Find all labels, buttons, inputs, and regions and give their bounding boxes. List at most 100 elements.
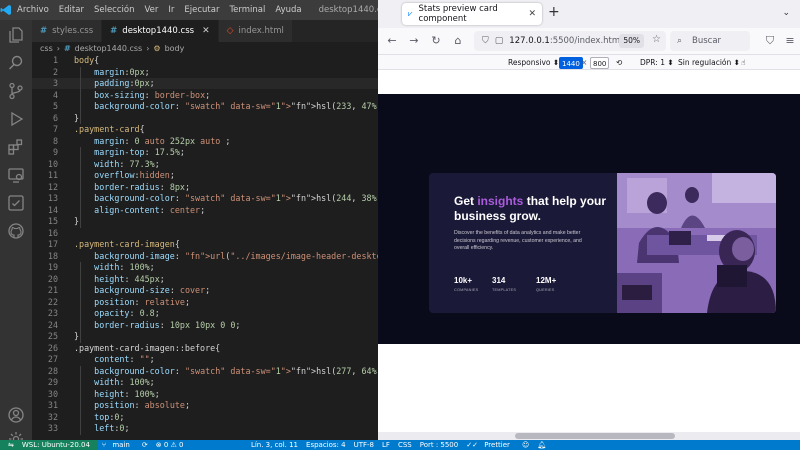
notifications-bell-icon[interactable]: 🔔︎ xyxy=(533,441,550,449)
code-line[interactable]: 11 overflow:hidden; xyxy=(32,170,378,181)
code-line[interactable]: 8 margin: 0 auto 252px auto ; xyxy=(32,136,378,147)
code-line[interactable]: 14 align-content: center; xyxy=(32,205,378,216)
url-bar[interactable]: ⛉ ▢ 127.0.0.1 :5500/index.html 50% ☆ xyxy=(474,31,666,51)
code-line[interactable]: 26 .payment-card-imagen::before{ xyxy=(32,343,378,354)
test-icon[interactable] xyxy=(7,194,25,212)
code-line[interactable]: 33 left:0; xyxy=(32,423,378,434)
menu-terminal[interactable]: Terminal xyxy=(224,5,270,15)
code-editor[interactable]: 1 body{2 margin:0px; 3 padding:0px; 4 box-s… xyxy=(32,55,378,440)
save-to-pocket-icon[interactable]: ⛉ xyxy=(764,35,776,47)
encoding[interactable]: UTF-8 xyxy=(350,441,378,449)
code-line[interactable]: 24 border-radius: 10px 10px 0 0; xyxy=(32,320,378,331)
account-icon[interactable] xyxy=(7,406,25,424)
vscode-statusbar-continued: LF CSS Port : 5500 ✓✓ Prettier ☺ 🔔︎ xyxy=(378,440,800,450)
source-control-icon[interactable] xyxy=(7,82,25,100)
bookmark-star-icon[interactable]: ☆ xyxy=(652,34,661,45)
branch-indicator[interactable]: ⑂ main xyxy=(98,441,138,449)
feedback-icon[interactable]: ☺ xyxy=(518,441,533,449)
github-icon[interactable] xyxy=(7,222,25,240)
viewport-height-input[interactable]: 800 xyxy=(590,57,610,69)
browser-tab-active[interactable]: ⩗ Stats preview card component ✕ xyxy=(402,3,542,25)
code-line[interactable]: 15} xyxy=(32,216,378,227)
code-line[interactable]: 29 width: 100%; xyxy=(32,377,378,388)
live-server-port[interactable]: Port : 5500 xyxy=(416,441,463,449)
page-viewport: Get insights that help your business gro… xyxy=(378,94,800,344)
code-line[interactable]: 17 .payment-card-imagen{ xyxy=(32,239,378,250)
code-line[interactable]: 19 width: 100%; xyxy=(32,262,378,273)
home-icon[interactable]: ⌂ xyxy=(452,35,464,47)
code-line[interactable]: 25} xyxy=(32,331,378,342)
code-line[interactable]: 22 position: relative; xyxy=(32,297,378,308)
cursor-position[interactable]: Lín. 3, col. 11 xyxy=(247,441,302,449)
eol-indicator[interactable]: LF xyxy=(378,441,394,449)
extensions-icon[interactable] xyxy=(7,138,25,156)
line-number: 30 xyxy=(47,388,58,399)
tab-styles-css[interactable]: # styles.css xyxy=(32,20,103,42)
run-debug-icon[interactable] xyxy=(7,110,25,128)
sync-icon[interactable]: ⟳ xyxy=(138,441,152,449)
close-tab-icon[interactable]: ✕ xyxy=(528,9,536,19)
search-icon[interactable] xyxy=(7,54,25,72)
menu-ir[interactable]: Ir xyxy=(163,5,179,15)
viewport-width-input[interactable]: 1440 xyxy=(559,57,583,69)
shield-icon[interactable]: ⛉ xyxy=(482,36,489,46)
throttling-select[interactable]: Sin regulación ⬍ xyxy=(678,57,740,69)
zoom-level-badge[interactable]: 50% xyxy=(619,34,644,48)
code-line[interactable]: 20 height: 445px; xyxy=(32,274,378,285)
code-line[interactable]: 10 width: 77.3%; xyxy=(32,159,378,170)
breadcrumb-file[interactable]: desktop1440.css xyxy=(75,44,143,53)
code-line[interactable]: 5 background-color: "swatch" data-sw="1"… xyxy=(32,101,378,112)
code-line[interactable]: 30 height: 100%; xyxy=(32,389,378,400)
code-line[interactable]: 9 margin-top: 17.5%; xyxy=(32,147,378,158)
code-line[interactable]: 7 .payment-card{ xyxy=(32,124,378,135)
code-line[interactable]: 3 padding:0px; xyxy=(32,78,378,89)
code-line[interactable]: 4 box-sizing: border-box; xyxy=(32,90,378,101)
tab-desktop1440-css[interactable]: # desktop1440.css ✕ xyxy=(102,20,219,42)
code-line[interactable]: 31 position: absolute; xyxy=(32,400,378,411)
scrollbar-thumb[interactable] xyxy=(515,433,675,439)
remote-indicator[interactable]: ⇋ WSL: Ubuntu-20.04 xyxy=(0,440,98,450)
language-mode[interactable]: CSS xyxy=(394,441,416,449)
breadcrumb-folder[interactable]: css xyxy=(40,44,53,53)
search-input[interactable]: ⌕ Buscar xyxy=(670,31,750,51)
breadcrumb-symbol[interactable]: body xyxy=(165,44,185,53)
code-line[interactable]: 6} xyxy=(32,113,378,124)
menu-archivo[interactable]: Archivo xyxy=(12,5,54,15)
menu-ver[interactable]: Ver xyxy=(139,5,163,15)
code-line[interactable]: 2 margin:0px; xyxy=(32,67,378,78)
code-text: } xyxy=(74,216,80,226)
explorer-icon[interactable] xyxy=(7,26,25,44)
menu-ejecutar[interactable]: Ejecutar xyxy=(179,5,224,15)
code-line[interactable]: 27 content: ""; xyxy=(32,354,378,365)
menu-seleccion[interactable]: Selección xyxy=(89,5,140,15)
code-line[interactable]: 1 body{ xyxy=(32,55,378,66)
touch-simulation-icon[interactable]: ☝ xyxy=(741,57,746,69)
horizontal-scrollbar[interactable] xyxy=(378,432,800,440)
dpr-select[interactable]: DPR: 1 ⬍ xyxy=(640,57,674,69)
code-line[interactable]: 13 background-color: "swatch" data-sw="1… xyxy=(32,193,378,204)
device-select[interactable]: Responsivo ⬍ xyxy=(508,57,559,69)
forward-arrow-icon[interactable]: → xyxy=(408,35,420,47)
menu-ayuda[interactable]: Ayuda xyxy=(270,5,306,15)
code-line[interactable]: 18 background-image: "fn">url("../images… xyxy=(32,251,378,262)
page-info-icon[interactable]: ▢ xyxy=(495,36,504,46)
code-line[interactable]: 21 background-size: cover; xyxy=(32,285,378,296)
close-tab-icon[interactable]: ✕ xyxy=(202,26,210,36)
prettier-status[interactable]: ✓✓ Prettier xyxy=(462,441,518,449)
remote-explorer-icon[interactable] xyxy=(7,166,25,184)
code-line[interactable]: 12 border-radius: 8px; xyxy=(32,182,378,193)
code-line[interactable]: 23 opacity: 0.8; xyxy=(32,308,378,319)
app-menu-icon[interactable]: ≡ xyxy=(784,35,796,47)
reload-icon[interactable]: ↻ xyxy=(430,35,442,47)
rotate-viewport-icon[interactable]: ⟲ xyxy=(616,57,622,69)
back-arrow-icon[interactable]: ← xyxy=(386,35,398,47)
code-line[interactable]: 32 top:0; xyxy=(32,412,378,423)
tab-index-html[interactable]: ◇ index.html xyxy=(218,20,293,42)
indentation[interactable]: Espacios: 4 xyxy=(302,441,350,449)
new-tab-button[interactable]: + xyxy=(548,4,560,20)
errors-indicator[interactable]: ⊗ 0 ⚠ 0 xyxy=(152,441,188,449)
menu-editar[interactable]: Editar xyxy=(54,5,89,15)
code-line[interactable]: 28 background-color: "swatch" data-sw="1… xyxy=(32,366,378,377)
code-line[interactable]: 16 xyxy=(32,228,378,239)
list-tabs-chevron-icon[interactable]: ⌄ xyxy=(782,8,790,18)
